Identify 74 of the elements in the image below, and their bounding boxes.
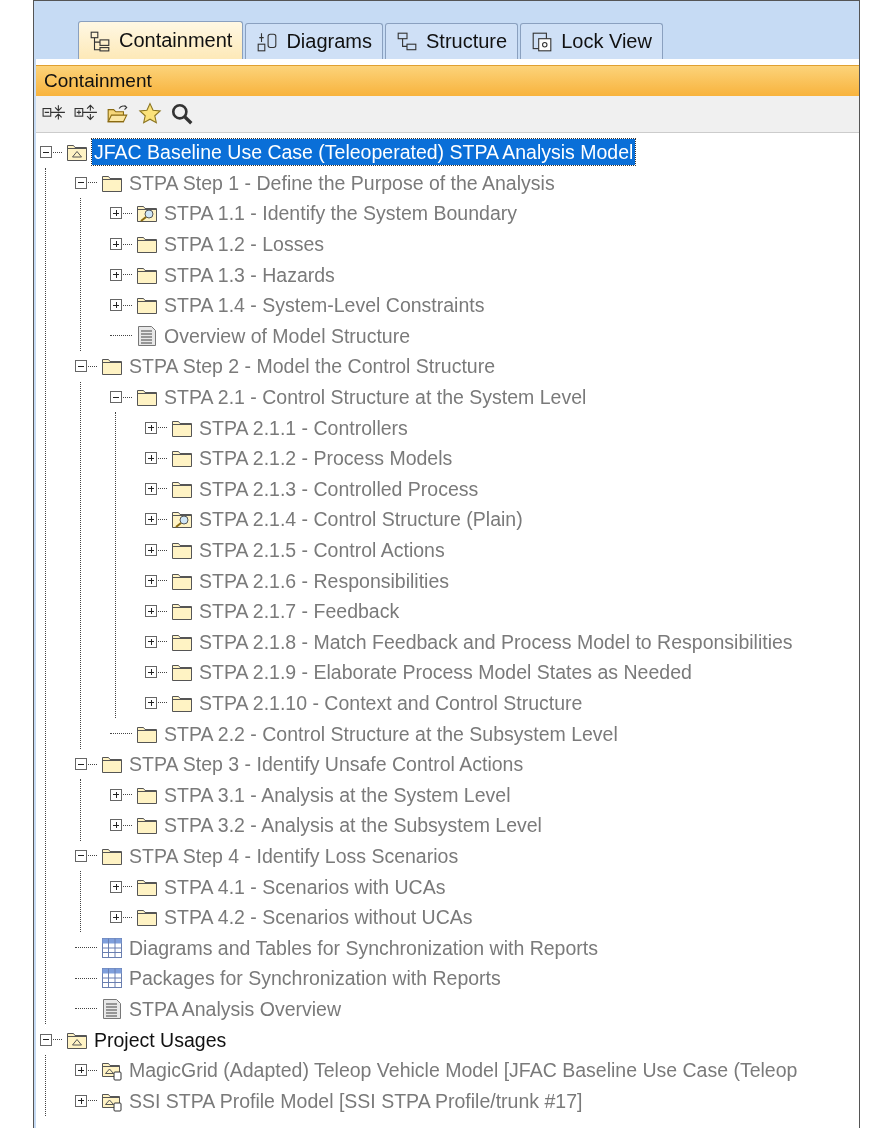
tree-item[interactable]: SSI STPA Profile Model [SSI STPA Profile/trunk #17]: [127, 1087, 585, 1114]
collapse-toggle[interactable]: [75, 758, 87, 771]
document-icon: [136, 324, 158, 347]
expand-toggle[interactable]: [145, 452, 157, 465]
expand-toggle[interactable]: [145, 666, 157, 679]
tree-item[interactable]: STPA 4.2 - Scenarios without UCAs: [162, 904, 475, 931]
collapse-toggle[interactable]: [40, 1033, 52, 1046]
collapse-toggle[interactable]: [75, 849, 87, 862]
expand-toggle[interactable]: [145, 421, 157, 434]
view-tab[interactable]: Lock View: [520, 23, 663, 59]
tree-item[interactable]: STPA 2.1.7 - Feedback: [197, 598, 402, 625]
collapse-toggle[interactable]: [40, 146, 52, 159]
search-icon[interactable]: [170, 102, 194, 126]
table-icon: [101, 936, 123, 959]
expand-toggle[interactable]: [145, 697, 157, 709]
tree-item[interactable]: STPA 2.1.2 - Process Models: [197, 445, 455, 472]
expand-toggle[interactable]: [145, 635, 157, 648]
tree-item[interactable]: STPA 1.3 - Hazards: [162, 261, 337, 288]
tree-item[interactable]: STPA 3.1 - Analysis at the System Level: [162, 781, 513, 808]
star-icon[interactable]: [138, 102, 162, 126]
tree-item[interactable]: STPA 1.4 - System-Level Constraints: [162, 292, 487, 319]
tree-item[interactable]: Packages for Synchronization with Reports: [127, 965, 503, 992]
collapse-toggle[interactable]: [75, 176, 87, 189]
tree-item[interactable]: STPA Step 4 - Identify Loss Scenarios: [127, 842, 461, 869]
expand-toggle[interactable]: [145, 544, 157, 556]
tab-icon: [396, 30, 418, 53]
tree-item[interactable]: STPA 2.1.9 - Elaborate Process Model States as Needed: [197, 659, 694, 686]
expand-toggle[interactable]: [75, 1064, 87, 1077]
expand-toggle[interactable]: [145, 513, 157, 526]
expand-toggle[interactable]: [145, 574, 157, 587]
tree-item[interactable]: STPA 2.1.10 - Context and Control Structure: [197, 690, 585, 716]
view-tab[interactable]: Structure: [385, 23, 519, 59]
tree-item[interactable]: Diagrams and Tables for Synchronization with Reports: [127, 934, 600, 961]
tree-item[interactable]: STPA 2.2 - Control Structure at the Subsystem Level: [162, 720, 620, 747]
tree-item[interactable]: STPA 2.1.6 - Responsibilities: [197, 567, 451, 594]
expand-toggle[interactable]: [110, 819, 122, 832]
tree-item[interactable]: Overview of Model Structure: [162, 322, 412, 349]
table-icon: [101, 967, 123, 990]
tree-item[interactable]: Project Usages: [92, 1026, 229, 1053]
tree-item[interactable]: STPA 1.2 - Losses: [162, 231, 327, 258]
tab-icon: [89, 29, 111, 52]
tree-item[interactable]: STPA 2.1.5 - Control Actions: [197, 537, 447, 563]
expand-toggle[interactable]: [75, 1094, 87, 1107]
tree-item[interactable]: STPA 2.1.1 - Controllers: [197, 414, 410, 441]
tree-item[interactable]: MagicGrid (Adapted) Teleop Vehicle Model [JFAC Baseline Use Case (Teleop: [127, 1057, 800, 1084]
tab-icon: [531, 30, 554, 53]
document-icon: [101, 997, 123, 1020]
tree-item[interactable]: STPA Analysis Overview: [127, 995, 344, 1022]
tree-item[interactable]: STPA Step 3 - Identify Unsafe Control Actions: [127, 751, 526, 778]
expand-toggle[interactable]: [145, 605, 157, 618]
panel-title: Containment: [36, 65, 859, 96]
tree-item[interactable]: STPA 1.1 - Identify the System Boundary: [162, 200, 519, 227]
tab-icon: [256, 30, 279, 53]
expand-toggle[interactable]: [110, 268, 122, 281]
tree-item[interactable]: STPA 2.1.4 - Control Structure (Plain): [197, 506, 525, 533]
tree-item[interactable]: STPA 2.1.8 - Match Feedback and Process Model to Responsibilities: [197, 628, 795, 655]
collapse-toggle[interactable]: [75, 360, 87, 373]
view-tab[interactable]: Diagrams: [245, 23, 383, 59]
tree-item[interactable]: STPA 2.1 - Control Structure at the System Level: [162, 384, 589, 411]
tree-item[interactable]: STPA 3.2 - Analysis at the Subsystem Level: [162, 812, 544, 839]
tree-item[interactable]: STPA 2.1.3 - Controlled Process: [197, 475, 481, 502]
expand-toggle[interactable]: [110, 911, 122, 924]
tree-item[interactable]: STPA Step 2 - Model the Control Structure: [127, 353, 497, 380]
expand-toggle[interactable]: [110, 299, 122, 312]
tree-item[interactable]: STPA 4.1 - Scenarios with UCAs: [162, 873, 448, 900]
tree-item[interactable]: STPA Step 1 - Define the Purpose of the Analysis: [127, 169, 557, 196]
tree-item[interactable]: JFAC Baseline Use Case (Teleoperated) STPA Analysis Model: [92, 139, 636, 166]
expand-toggle[interactable]: [145, 482, 157, 495]
expand-toggle[interactable]: [110, 880, 122, 893]
collapse-toggle[interactable]: [110, 391, 122, 404]
view-tab[interactable]: Containment: [78, 21, 244, 59]
expand-toggle[interactable]: [110, 207, 122, 220]
expand-toggle[interactable]: [110, 238, 122, 251]
expand-toggle[interactable]: [110, 788, 122, 801]
